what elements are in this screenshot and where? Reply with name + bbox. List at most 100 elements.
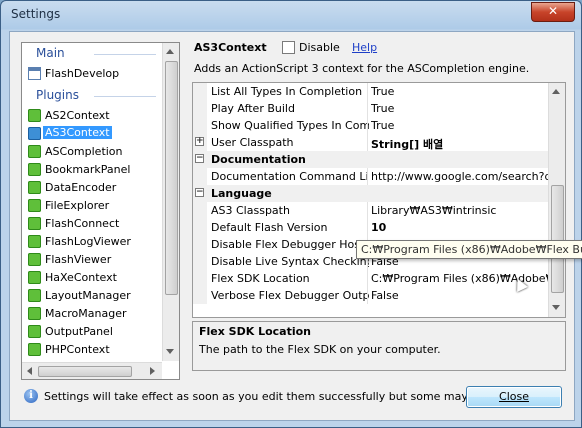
property-name: Disable Flex Debugger Hosting — [211, 238, 369, 251]
property-value[interactable]: 10 — [371, 221, 549, 234]
plugin-item-flashdevelop[interactable]: FlashDevelop — [26, 65, 156, 82]
property-row[interactable]: + User Classpath String[] 배열 — [193, 134, 549, 151]
plugin-item-label: FlashDevelop — [45, 67, 120, 80]
plugin-item-label: LayoutManager — [45, 289, 131, 302]
plugin-item-flashconnect[interactable]: FlashConnect — [26, 215, 156, 232]
plugin-item-label: AS2Context — [45, 109, 110, 122]
plugin-item-label: FlashViewer — [45, 253, 112, 266]
property-row[interactable]: Verbose Flex Debugger Output False — [193, 287, 549, 304]
scroll-left-arrow-icon[interactable] — [27, 367, 32, 375]
window-title: Settings — [11, 7, 61, 21]
plugin-item-as3context[interactable]: AS3Context — [26, 125, 156, 142]
settings-window: Settings ✕ Main FlashDevelop Plugins AS2Con… — [0, 0, 582, 428]
disable-checkbox[interactable] — [282, 41, 295, 54]
scroll-down-arrow-icon[interactable] — [166, 349, 174, 354]
plugin-list-horizontal-scrollbar[interactable] — [22, 362, 162, 379]
tooltip-text: C:₩Program Files (x86)₩Adobe₩Flex Builde… — [361, 243, 582, 256]
scroll-right-arrow-icon[interactable] — [150, 367, 155, 375]
column-divider — [367, 117, 368, 134]
row-margin — [193, 270, 207, 287]
property-name: Verbose Flex Debugger Output — [211, 289, 369, 302]
plugin-item-phpcontext[interactable]: PHPContext — [26, 341, 156, 358]
column-divider — [367, 270, 368, 287]
property-name: Show Qualified Types In Completion — [211, 119, 369, 132]
property-name: Flex SDK Location — [211, 272, 310, 285]
close-button[interactable]: Close — [466, 386, 562, 408]
property-value[interactable]: False — [371, 289, 549, 302]
app-window-icon — [28, 67, 41, 80]
category-row-documentation[interactable]: − Documentation — [193, 151, 549, 168]
puzzle-piece-icon — [28, 127, 41, 140]
plugin-item-bookmarkpanel[interactable]: BookmarkPanel — [26, 161, 156, 178]
plugin-item-as2context[interactable]: AS2Context — [26, 107, 156, 124]
plugin-item-label: OutputPanel — [45, 325, 113, 338]
plugin-item-haxecontext[interactable]: HaXeContext — [26, 269, 156, 286]
plugin-item-flashviewer[interactable]: FlashViewer — [26, 251, 156, 268]
grid-scroll-up-arrow-icon[interactable] — [552, 89, 560, 94]
property-row[interactable]: Documentation Command Line http://www.goo… — [193, 168, 549, 185]
property-value[interactable]: True — [371, 119, 549, 132]
property-row[interactable]: AS3 Classpath Library₩AS3₩intrinsic — [193, 202, 549, 219]
property-name: AS3 Classpath — [211, 204, 290, 217]
row-margin — [193, 219, 207, 236]
group-divider — [94, 96, 156, 97]
property-value[interactable]: String[] 배열 — [371, 136, 549, 152]
plugin-item-dataencoder[interactable]: DataEncoder — [26, 179, 156, 196]
plugin-list[interactable]: Main FlashDevelop Plugins AS2Context AS3Cont… — [21, 42, 180, 380]
plugin-item-label: PHPContext — [45, 343, 110, 356]
property-row[interactable]: Flex SDK Location C:₩Program Files (x86)₩… — [193, 270, 549, 287]
plugin-item-fileexplorer[interactable]: FileExplorer — [26, 197, 156, 214]
grid-scroll-down-arrow-icon[interactable] — [552, 305, 560, 310]
plugin-list-vertical-scrollbar[interactable] — [162, 43, 179, 361]
property-value[interactable]: True — [371, 85, 549, 98]
help-box-title: Flex SDK Location — [199, 325, 312, 338]
plugin-item-layoutmanager[interactable]: LayoutManager — [26, 287, 156, 304]
group-heading-label: Main — [36, 46, 65, 60]
row-margin — [193, 236, 207, 253]
property-value[interactable]: http://www.google.com/search?q=$(ItmTypP… — [371, 170, 549, 183]
puzzle-piece-icon — [28, 289, 41, 302]
property-row[interactable]: Show Qualified Types In CompletionTrue — [193, 117, 549, 134]
scroll-up-arrow-icon[interactable] — [166, 49, 174, 54]
collapse-icon[interactable]: − — [195, 154, 204, 163]
row-margin — [193, 117, 207, 134]
property-value[interactable]: True — [371, 102, 549, 115]
row-margin — [193, 202, 207, 219]
plugin-description: Adds an ActionScript 3 context for the A… — [194, 62, 530, 75]
property-name: Default Flash Version — [211, 221, 328, 234]
plugin-item-label: ASCompletion — [45, 145, 123, 158]
plugin-item-label: HaXeContext — [45, 271, 117, 284]
title-bar[interactable]: Settings ✕ — [1, 1, 581, 29]
category-row-language[interactable]: − Language — [193, 185, 549, 202]
plugin-list-horizontal-thumb[interactable] — [38, 366, 132, 377]
window-close-button[interactable]: ✕ — [531, 2, 575, 22]
property-row[interactable]: List All Types In Completion True — [193, 83, 549, 100]
row-margin — [193, 253, 207, 270]
puzzle-piece-icon — [28, 307, 41, 320]
puzzle-piece-icon — [28, 235, 41, 248]
plugin-item-macromanager[interactable]: MacroManager — [26, 305, 156, 322]
plugin-item-outputpanel[interactable]: OutputPanel — [26, 323, 156, 340]
help-link[interactable]: Help — [352, 41, 377, 54]
disable-label[interactable]: Disable — [299, 41, 340, 54]
property-value[interactable]: Library₩AS3₩intrinsic — [371, 204, 549, 217]
property-row[interactable]: Play After Build True — [193, 100, 549, 117]
puzzle-piece-icon — [28, 199, 41, 212]
property-help-box: Flex SDK Location The path to the Flex S… — [192, 321, 566, 371]
expand-icon[interactable]: + — [195, 137, 204, 146]
plugin-item-ascompletion[interactable]: ASCompletion — [26, 143, 156, 160]
property-grid-scrollbar[interactable] — [548, 83, 565, 317]
puzzle-piece-icon — [28, 253, 41, 266]
status-text: Settings will take effect as soon as you… — [44, 390, 469, 403]
plugin-item-label: FlashLogViewer — [45, 235, 131, 248]
help-box-text: The path to the Flex SDK on your compute… — [199, 343, 441, 356]
collapse-icon[interactable]: − — [195, 188, 204, 197]
group-heading-label: Plugins — [36, 88, 79, 102]
property-grid[interactable]: List All Types In Completion True Play Aft… — [192, 82, 566, 318]
plugin-item-label: BookmarkPanel — [45, 163, 131, 176]
property-row[interactable]: Default Flash Version 10 — [193, 219, 549, 236]
client-area: Main FlashDevelop Plugins AS2Context AS3Cont… — [9, 31, 575, 421]
property-grid-scroll-thumb[interactable] — [551, 185, 564, 293]
plugin-list-scroll-thumb[interactable] — [165, 61, 178, 295]
plugin-item-flashlogviewer[interactable]: FlashLogViewer — [26, 233, 156, 250]
